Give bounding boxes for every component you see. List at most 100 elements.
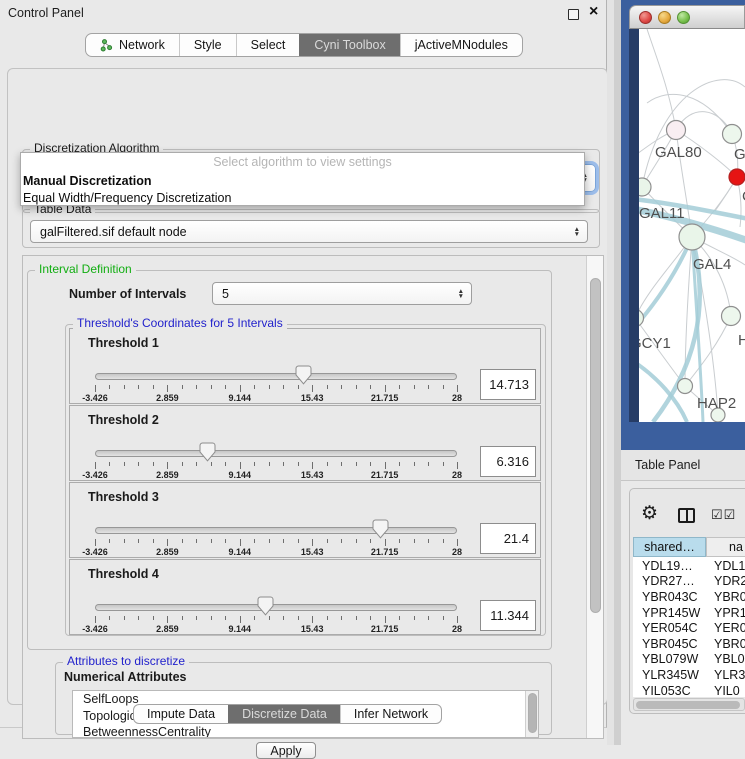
close-traffic-light-icon[interactable] [639, 11, 652, 24]
threshold-slider-thumb[interactable] [295, 365, 312, 385]
tab-discretize-data[interactable]: Discretize Data [228, 705, 340, 723]
number-of-intervals-select[interactable]: 5 ▲▼ [212, 282, 472, 305]
threshold-slider-track[interactable] [95, 527, 457, 534]
network-edge-thick [639, 237, 692, 329]
minor-tick [443, 539, 444, 543]
interval-definition-label: Interval Definition [35, 263, 136, 276]
minor-tick [269, 385, 270, 389]
cyni-toolbox-panel: Discretization Algorithm ▲▼ Select algor… [7, 68, 608, 705]
network-node-label: GAL11 [639, 205, 685, 222]
minor-tick [370, 539, 371, 543]
major-tick [385, 385, 386, 392]
tab-label: Style [194, 38, 222, 52]
tab-jactivemnodules[interactable]: jActiveMNodules [400, 34, 522, 56]
cell-shared-name[interactable]: YBL079W [633, 652, 706, 666]
cell-name[interactable]: YBL0 [706, 652, 745, 666]
cell-shared-name[interactable]: YDR27… [633, 574, 706, 588]
cell-shared-name[interactable]: YLR345W [633, 668, 706, 682]
threshold-value-field[interactable]: 14.713 [480, 369, 536, 400]
table-row[interactable]: YDR27…YDR2… [633, 574, 745, 590]
cell-shared-name[interactable]: YER054C [633, 621, 706, 635]
network-node-hap2[interactable] [678, 379, 693, 394]
vertical-scrollbar[interactable] [586, 256, 603, 738]
major-tick [312, 616, 313, 623]
cell-name[interactable]: YBR0 [706, 637, 745, 651]
table-horizontal-scrollbar-thumb[interactable] [636, 701, 740, 709]
table-data-select[interactable]: galFiltered.sif default node ▲▼ [30, 220, 588, 243]
cell-name[interactable]: YBR0 [706, 590, 745, 604]
tab-network[interactable]: Network [86, 34, 179, 56]
threshold-slider-thumb[interactable] [372, 519, 389, 539]
select-columns-icon[interactable]: ☑☑ [711, 507, 736, 523]
table-column-header-shared-name[interactable]: shared… [633, 537, 706, 557]
tab-style[interactable]: Style [179, 34, 236, 56]
cell-name[interactable]: YDR2… [706, 574, 745, 588]
list-item-betweennesscentrality[interactable]: BetweennessCentrality [73, 724, 538, 738]
apply-button-label: Apply [270, 744, 301, 758]
threshold-value-field[interactable]: 6.316 [480, 446, 536, 477]
network-node-gal80[interactable] [667, 121, 686, 140]
tab-cyni-toolbox[interactable]: Cyni Toolbox [299, 34, 399, 56]
table-row[interactable]: YPR145WYPR1 [633, 605, 745, 621]
list-scrollbar-thumb[interactable] [528, 693, 537, 733]
zoom-traffic-light-icon[interactable] [677, 11, 690, 24]
threshold-slider-track[interactable] [95, 373, 457, 380]
minimize-traffic-light-icon[interactable] [658, 11, 671, 24]
threshold-slider-thumb[interactable] [199, 442, 216, 462]
threshold-label: Threshold 1 [88, 336, 159, 350]
threshold-value-field[interactable]: 11.344 [480, 600, 536, 631]
table-row[interactable]: YER054CYER0 [633, 620, 745, 636]
float-window-icon[interactable] [568, 9, 579, 20]
cell-shared-name[interactable]: YIL053C [633, 684, 706, 698]
list-scrollbar[interactable] [525, 691, 538, 737]
tick-label: -3.426 [82, 547, 108, 557]
split-columns-icon[interactable] [678, 508, 695, 523]
cell-shared-name[interactable]: YDL19… [633, 559, 706, 573]
table-row[interactable]: YBR045CYBR0 [633, 636, 745, 652]
table-horizontal-scrollbar[interactable] [633, 698, 745, 711]
tab-select[interactable]: Select [236, 34, 300, 56]
minor-tick [269, 539, 270, 543]
table-column-header-name[interactable]: na [706, 537, 745, 557]
minor-tick [428, 385, 429, 389]
dropdown-option-manual-discretization[interactable]: Manual Discretization [23, 173, 582, 189]
gear-icon[interactable]: ⚙ [641, 502, 658, 525]
table-row[interactable]: YBR043CYBR0 [633, 589, 745, 605]
cell-shared-name[interactable]: YPR145W [633, 606, 706, 620]
tick-label: 15.43 [301, 624, 324, 634]
dropdown-option-equal-width-frequency-discretization[interactable]: Equal Width/Frequency Discretization [23, 190, 582, 206]
table-row[interactable]: YIL053CYIL0 [633, 683, 745, 698]
major-tick [95, 616, 96, 623]
threshold-slider-track[interactable] [95, 450, 457, 457]
table-row[interactable]: YLR345WYLR3 [633, 667, 745, 683]
cell-name[interactable]: YIL0 [706, 684, 740, 698]
vertical-scrollbar-thumb[interactable] [590, 278, 601, 613]
network-node-red[interactable] [729, 169, 745, 185]
table-row[interactable]: YDL19…YDL1… [633, 558, 745, 574]
minor-tick [138, 616, 139, 620]
cell-name[interactable]: YLR3 [706, 668, 745, 682]
network-node-gal11[interactable] [639, 178, 651, 196]
cell-name[interactable]: YDL1… [706, 559, 745, 573]
cell-shared-name[interactable]: YBR045C [633, 637, 706, 651]
network-node-h[interactable] [722, 307, 741, 326]
threshold-value-field[interactable]: 21.4 [480, 523, 536, 554]
network-canvas[interactable]: GAL80GACGAL11GAL4GCY1HHAP2 [639, 29, 745, 422]
minor-tick [298, 385, 299, 389]
minor-tick [341, 616, 342, 620]
cell-shared-name[interactable]: YBR043C [633, 590, 706, 604]
tab-infer-network[interactable]: Infer Network [340, 705, 441, 723]
tick-label: -3.426 [82, 624, 108, 634]
threshold-slider-thumb[interactable] [257, 596, 274, 616]
tab-label: Impute Data [147, 707, 215, 721]
network-node-gal4[interactable] [679, 224, 705, 250]
tab-impute-data[interactable]: Impute Data [134, 705, 228, 723]
cell-name[interactable]: YER0 [706, 621, 745, 635]
minor-tick [211, 385, 212, 389]
threshold-slider-track[interactable] [95, 604, 457, 611]
close-icon[interactable]: × [589, 3, 598, 21]
network-node-gcy1[interactable] [639, 310, 644, 327]
network-node-gal7[interactable] [723, 125, 742, 144]
table-row[interactable]: YBL079WYBL0 [633, 652, 745, 668]
cell-name[interactable]: YPR1 [706, 606, 745, 620]
